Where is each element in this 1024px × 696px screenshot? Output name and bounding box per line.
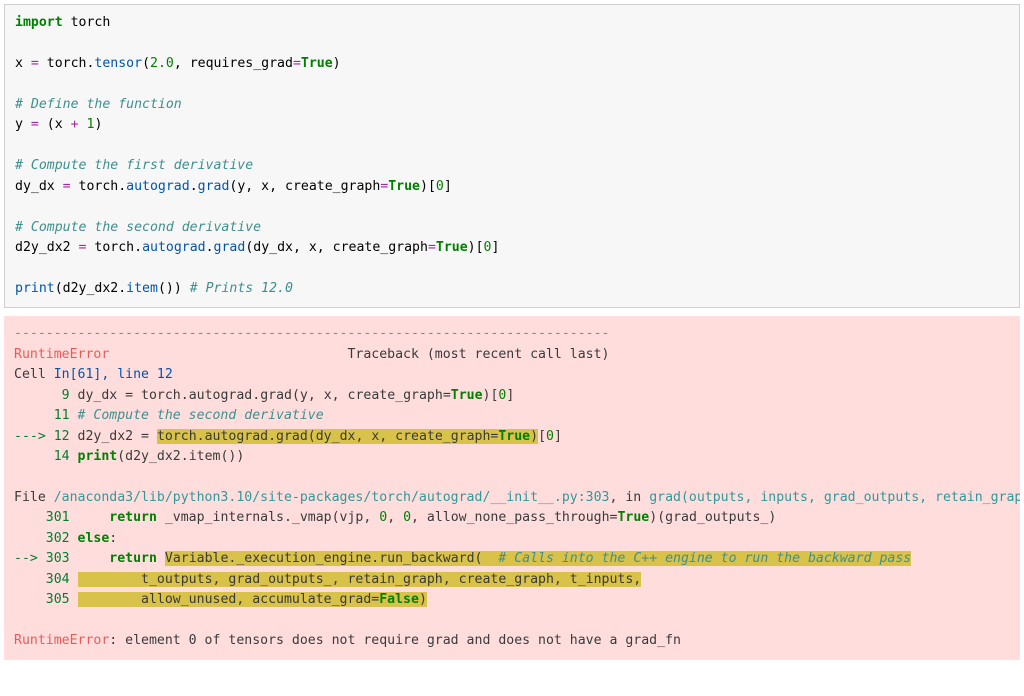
arrow-marker: --> 303 — [14, 551, 70, 566]
line-number: 14 — [14, 449, 70, 464]
keyword-import: import — [15, 15, 63, 30]
line-number: 304 — [14, 572, 70, 587]
highlighted-code: allow_unused, accumulate_grad=False) — [78, 592, 427, 607]
error-message: : element 0 of tensors does not require … — [109, 633, 681, 648]
highlighted-code: Variable._execution_engine.run_backward(… — [165, 551, 911, 566]
file-path: /anaconda3/lib/python3.10/site-packages/… — [54, 490, 610, 505]
comment: # Compute the first derivative — [15, 158, 253, 173]
traceback-divider: ----------------------------------------… — [14, 326, 609, 341]
highlighted-code: torch.autograd.grad(dy_dx, x, create_gra… — [157, 429, 538, 444]
line-number: 305 — [14, 592, 70, 607]
arrow-marker: ---> 12 — [14, 429, 70, 444]
error-name: RuntimeError — [14, 347, 109, 362]
comment: # Compute the second derivative — [15, 220, 261, 235]
error-name: RuntimeError — [14, 633, 109, 648]
traceback-output: ----------------------------------------… — [4, 316, 1020, 659]
line-number: 301 — [14, 510, 70, 525]
highlighted-code: t_outputs, grad_outputs_, retain_graph, … — [78, 572, 642, 587]
line-number: 9 — [14, 388, 70, 403]
code-input-cell: import torch x = torch.tensor(2.0, requi… — [4, 4, 1020, 308]
line-number: 302 — [14, 531, 70, 546]
line-number: 11 — [14, 408, 70, 423]
comment: # Define the function — [15, 97, 182, 112]
